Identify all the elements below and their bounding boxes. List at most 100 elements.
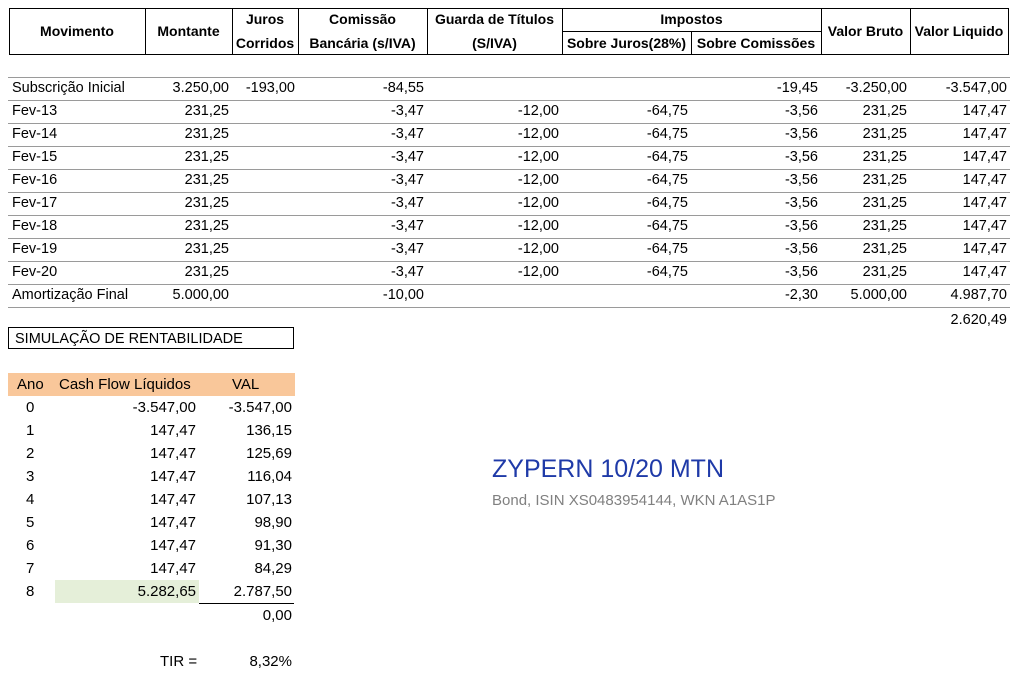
sim-ano: 6 bbox=[26, 537, 35, 554]
cell-valor-bruto: 231,25 bbox=[862, 218, 907, 234]
cell-movimento: Fev-16 bbox=[12, 172, 58, 188]
cell-comissao: -3,47 bbox=[390, 195, 424, 211]
col-val: VAL bbox=[232, 376, 260, 393]
cell-guarda: -12,00 bbox=[517, 149, 559, 165]
row-divider bbox=[8, 77, 1010, 78]
cell-comissao: -3,47 bbox=[390, 241, 424, 257]
header-comissao-line2: Bancária (s/IVA) bbox=[309, 34, 416, 51]
sim-cash-flow: 147,47 bbox=[150, 468, 196, 485]
sim-cash-flow: 147,47 bbox=[150, 422, 196, 439]
cell-valor-liquido: 147,47 bbox=[962, 149, 1007, 165]
cell-comissao: -3,47 bbox=[390, 103, 424, 119]
cell-guarda: -12,00 bbox=[517, 241, 559, 257]
sim-val: 107,13 bbox=[246, 491, 292, 508]
cell-comissao: -10,00 bbox=[382, 287, 424, 303]
simulation-row: 6 147,47 91,30 bbox=[8, 534, 295, 557]
total-liquido: 2.620,49 bbox=[950, 312, 1007, 328]
cell-movimento: Amortização Final bbox=[12, 287, 129, 303]
row-divider bbox=[8, 261, 1010, 262]
cell-guarda: -12,00 bbox=[517, 103, 559, 119]
table-row: Fev-14 231,25 -3,47 -12,00 -64,75 -3,56 231,25… bbox=[8, 123, 1010, 146]
cell-movimento: Fev-13 bbox=[12, 103, 58, 119]
simulation-row: 1 147,47 136,15 bbox=[8, 419, 295, 442]
simulation-title: SIMULAÇÃO DE RENTABILIDADE bbox=[8, 327, 294, 349]
row-divider bbox=[8, 146, 1010, 147]
sim-val: 125,69 bbox=[246, 445, 292, 462]
cell-imp-comissoes: -3,56 bbox=[784, 103, 818, 119]
cell-montante: 231,25 bbox=[184, 126, 229, 142]
cell-imp-comissoes: -3,56 bbox=[784, 241, 818, 257]
cell-valor-liquido: 147,47 bbox=[962, 103, 1007, 119]
col-cash-flow: Cash Flow Líquidos bbox=[59, 376, 191, 393]
cell-imp-juros: -64,75 bbox=[646, 241, 688, 257]
row-divider bbox=[8, 284, 1010, 285]
cell-valor-liquido: 147,47 bbox=[962, 195, 1007, 211]
cell-valor-bruto: 231,25 bbox=[862, 264, 907, 280]
cell-valor-liquido: -3.547,00 bbox=[945, 80, 1007, 96]
cell-movimento: Fev-19 bbox=[12, 241, 58, 257]
cell-guarda: -12,00 bbox=[517, 126, 559, 142]
sim-cash-flow: 147,47 bbox=[150, 514, 196, 531]
cell-movimento: Fev-17 bbox=[12, 195, 58, 211]
cell-valor-liquido: 147,47 bbox=[962, 126, 1007, 142]
cell-comissao: -84,55 bbox=[382, 80, 424, 96]
header-sobre-comissoes: Sobre Comissões bbox=[696, 34, 816, 51]
cell-comissao: -3,47 bbox=[390, 264, 424, 280]
simulation-row: 0 -3.547,00 -3.547,00 bbox=[8, 396, 295, 419]
cell-imp-comissoes: -3,56 bbox=[784, 195, 818, 211]
cell-imp-juros: -64,75 bbox=[646, 126, 688, 142]
tir-value: 8,32% bbox=[249, 653, 292, 670]
simulation-row: 8 5.282,65 2.787,50 bbox=[8, 580, 295, 603]
cell-imp-juros: -64,75 bbox=[646, 218, 688, 234]
cell-comissao: -3,47 bbox=[390, 172, 424, 188]
cell-guarda: -12,00 bbox=[517, 172, 559, 188]
cell-montante: 3.250,00 bbox=[172, 80, 229, 96]
sim-val: 2.787,50 bbox=[233, 583, 292, 600]
cell-imp-comissoes: -3,56 bbox=[784, 218, 818, 234]
sim-val: 91,30 bbox=[254, 537, 292, 554]
header-movimento: Movimento bbox=[40, 23, 114, 40]
cell-montante: 231,25 bbox=[184, 241, 229, 257]
sim-val: 136,15 bbox=[246, 422, 292, 439]
cell-valor-bruto: 231,25 bbox=[862, 149, 907, 165]
sim-cash-flow: 147,47 bbox=[150, 491, 196, 508]
cell-valor-bruto: 231,25 bbox=[862, 103, 907, 119]
table-row: Fev-19 231,25 -3,47 -12,00 -64,75 -3,56 231,25… bbox=[8, 238, 1010, 261]
sim-cash-flow: -3.547,00 bbox=[132, 399, 196, 416]
simulation-row: 5 147,47 98,90 bbox=[8, 511, 295, 534]
bond-subtitle: Bond, ISIN XS0483954144, WKN A1AS1P bbox=[492, 492, 776, 509]
cell-montante: 231,25 bbox=[184, 172, 229, 188]
header-guarda-line2: (S/IVA) bbox=[472, 34, 517, 51]
cell-imp-juros: -64,75 bbox=[646, 103, 688, 119]
cell-imp-comissoes: -3,56 bbox=[784, 172, 818, 188]
simulation-header: Ano Cash Flow Líquidos VAL bbox=[8, 373, 295, 396]
cell-imp-juros: -64,75 bbox=[646, 195, 688, 211]
cell-valor-bruto: 231,25 bbox=[862, 172, 907, 188]
table-row: Fev-17 231,25 -3,47 -12,00 -64,75 -3,56 231,25… bbox=[8, 192, 1010, 215]
cell-valor-bruto: 231,25 bbox=[862, 195, 907, 211]
cell-comissao: -3,47 bbox=[390, 126, 424, 142]
cell-valor-liquido: 147,47 bbox=[962, 241, 1007, 257]
sim-ano: 4 bbox=[26, 491, 35, 508]
cell-valor-bruto: -3.250,00 bbox=[845, 80, 907, 96]
cell-comissao: -3,47 bbox=[390, 218, 424, 234]
sim-cash-flow: 147,47 bbox=[150, 537, 196, 554]
cell-valor-liquido: 147,47 bbox=[962, 172, 1007, 188]
row-divider bbox=[8, 169, 1010, 170]
cell-guarda: -12,00 bbox=[517, 195, 559, 211]
cell-movimento: Subscrição Inicial bbox=[12, 80, 125, 96]
val-sum-line bbox=[199, 603, 294, 604]
sim-cash-flow: 5.282,65 bbox=[137, 583, 196, 600]
tir-label: TIR = bbox=[160, 653, 198, 670]
header-juros-line2: Corridos bbox=[235, 34, 295, 51]
cell-imp-comissoes: -3,56 bbox=[784, 264, 818, 280]
sim-ano: 5 bbox=[26, 514, 35, 531]
header-valor-liquido: Valor Liquido bbox=[914, 23, 1004, 40]
row-divider bbox=[8, 192, 1010, 193]
cell-imp-juros: -64,75 bbox=[646, 149, 688, 165]
table-row: Fev-20 231,25 -3,47 -12,00 -64,75 -3,56 231,25… bbox=[8, 261, 1010, 284]
bond-title: ZYPERN 10/20 MTN bbox=[492, 455, 725, 483]
row-divider bbox=[8, 123, 1010, 124]
sim-ano: 0 bbox=[26, 399, 35, 416]
sim-ano: 2 bbox=[26, 445, 35, 462]
